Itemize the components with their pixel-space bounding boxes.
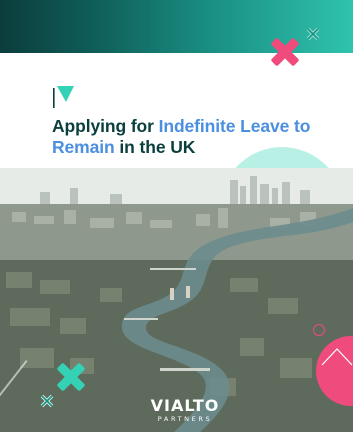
vialto-partners-logo: VIALTO PARTNERS (140, 398, 230, 424)
vialto-v-icon (52, 82, 80, 110)
title-part-1: Applying for (52, 116, 159, 136)
title-part-2: in the UK (114, 137, 196, 157)
wordmark-sub: PARTNERS (157, 415, 213, 423)
brochure-cover: Applying for Indefinite Leave to Remain … (0, 0, 353, 432)
teal-x-icon (56, 362, 86, 392)
triangle-outline-decoration (321, 348, 353, 366)
pink-ring-decoration (313, 324, 325, 336)
london-aerial-photo (0, 168, 353, 432)
outline-x-icon (40, 394, 54, 408)
wordmark-main: VIALTO (150, 396, 220, 415)
outline-x-icon (306, 27, 320, 41)
pink-x-icon (270, 37, 300, 67)
header-gradient-band (0, 0, 353, 53)
